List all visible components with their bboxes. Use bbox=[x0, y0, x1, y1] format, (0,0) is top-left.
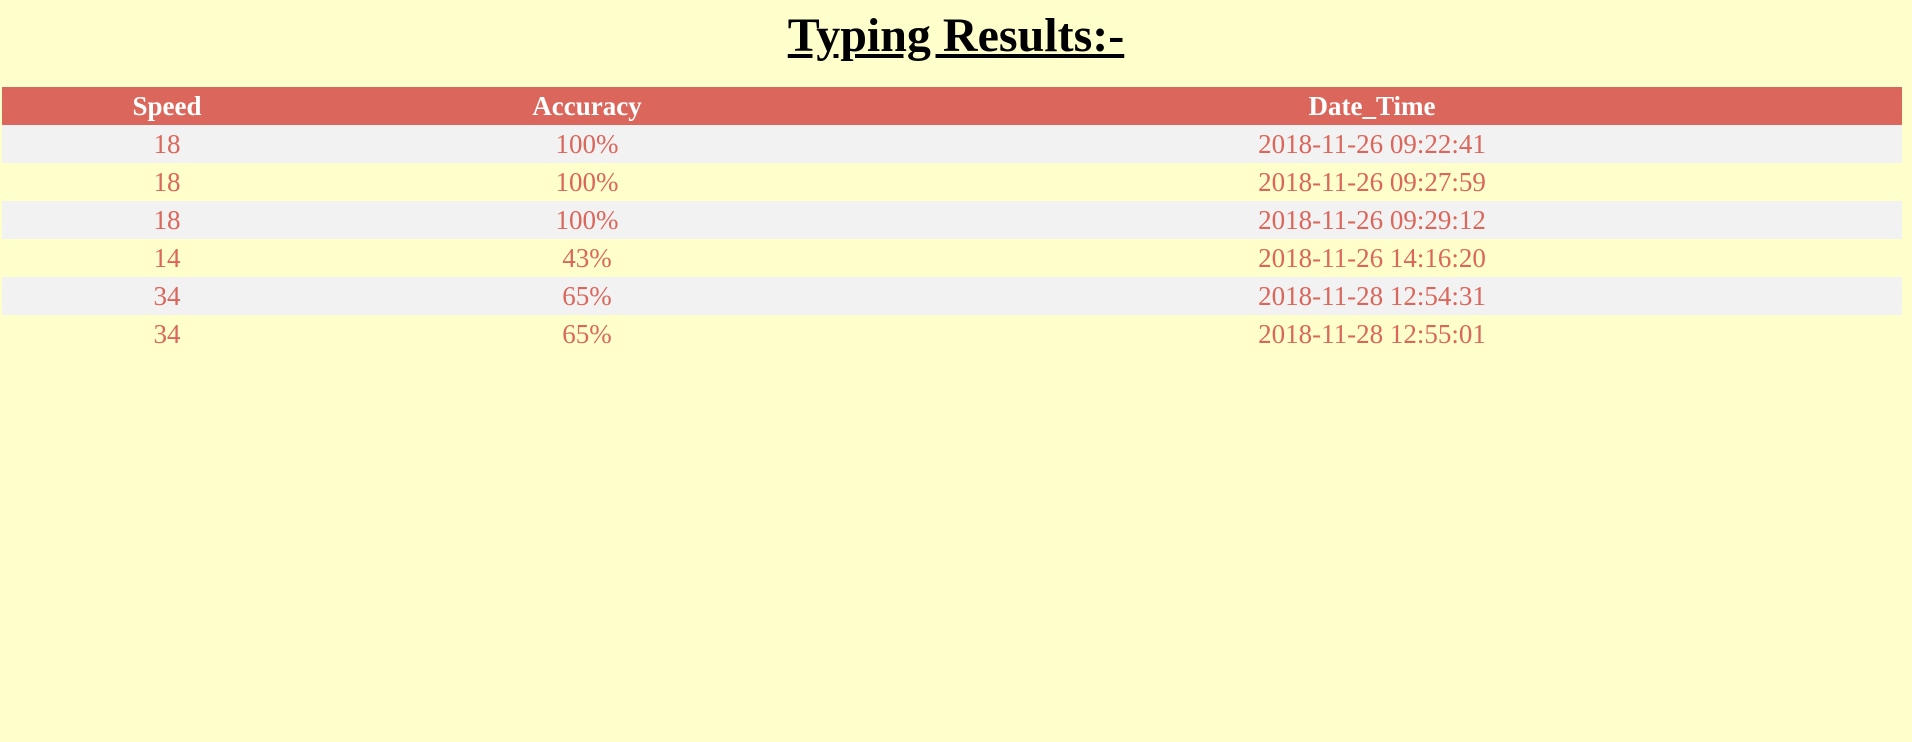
date-time-cell: 2018-11-28 12:54:31 bbox=[842, 277, 1902, 315]
table-header-row: Speed Accuracy Date_Time bbox=[2, 87, 1902, 125]
accuracy-cell: 100% bbox=[555, 167, 619, 197]
speed-cell: 14 bbox=[153, 243, 181, 273]
column-header-accuracy: Accuracy bbox=[332, 87, 842, 125]
table-row: 34 65% 2018-11-28 12:54:31 bbox=[2, 277, 1902, 315]
speed-cell: 18 bbox=[153, 167, 181, 197]
accuracy-cell: 100% bbox=[332, 201, 842, 239]
date-time-cell: 2018-11-26 09:29:12 bbox=[842, 201, 1902, 239]
results-table: Speed Accuracy Date_Time 18 100% 2018-11-2… bbox=[2, 87, 1902, 353]
speed-cell: 18 bbox=[2, 201, 332, 239]
date-time-cell: 2018-11-26 09:27:59 bbox=[1258, 167, 1486, 197]
table-row: 18 100% 2018-11-26 09:22:41 bbox=[2, 125, 1902, 163]
accuracy-cell: 43% bbox=[562, 243, 612, 273]
page-title: Typing Results:- bbox=[787, 9, 1125, 62]
table-row: 18 100% 2018-11-26 09:27:59 bbox=[2, 163, 1902, 201]
date-time-cell: 2018-11-28 12:55:01 bbox=[1258, 319, 1486, 349]
accuracy-cell: 100% bbox=[332, 125, 842, 163]
accuracy-cell: 65% bbox=[332, 277, 842, 315]
accuracy-cell: 65% bbox=[562, 319, 612, 349]
table-row: 34 65% 2018-11-28 12:55:01 bbox=[2, 315, 1902, 353]
date-time-cell: 2018-11-26 14:16:20 bbox=[1258, 243, 1486, 273]
column-header-date-time: Date_Time bbox=[842, 87, 1902, 125]
date-time-cell: 2018-11-26 09:22:41 bbox=[842, 125, 1902, 163]
table-row: 14 43% 2018-11-26 14:16:20 bbox=[2, 239, 1902, 277]
speed-cell: 18 bbox=[2, 125, 332, 163]
table-row: 18 100% 2018-11-26 09:29:12 bbox=[2, 201, 1902, 239]
column-header-speed: Speed bbox=[2, 87, 332, 125]
speed-cell: 34 bbox=[153, 319, 181, 349]
speed-cell: 34 bbox=[2, 277, 332, 315]
